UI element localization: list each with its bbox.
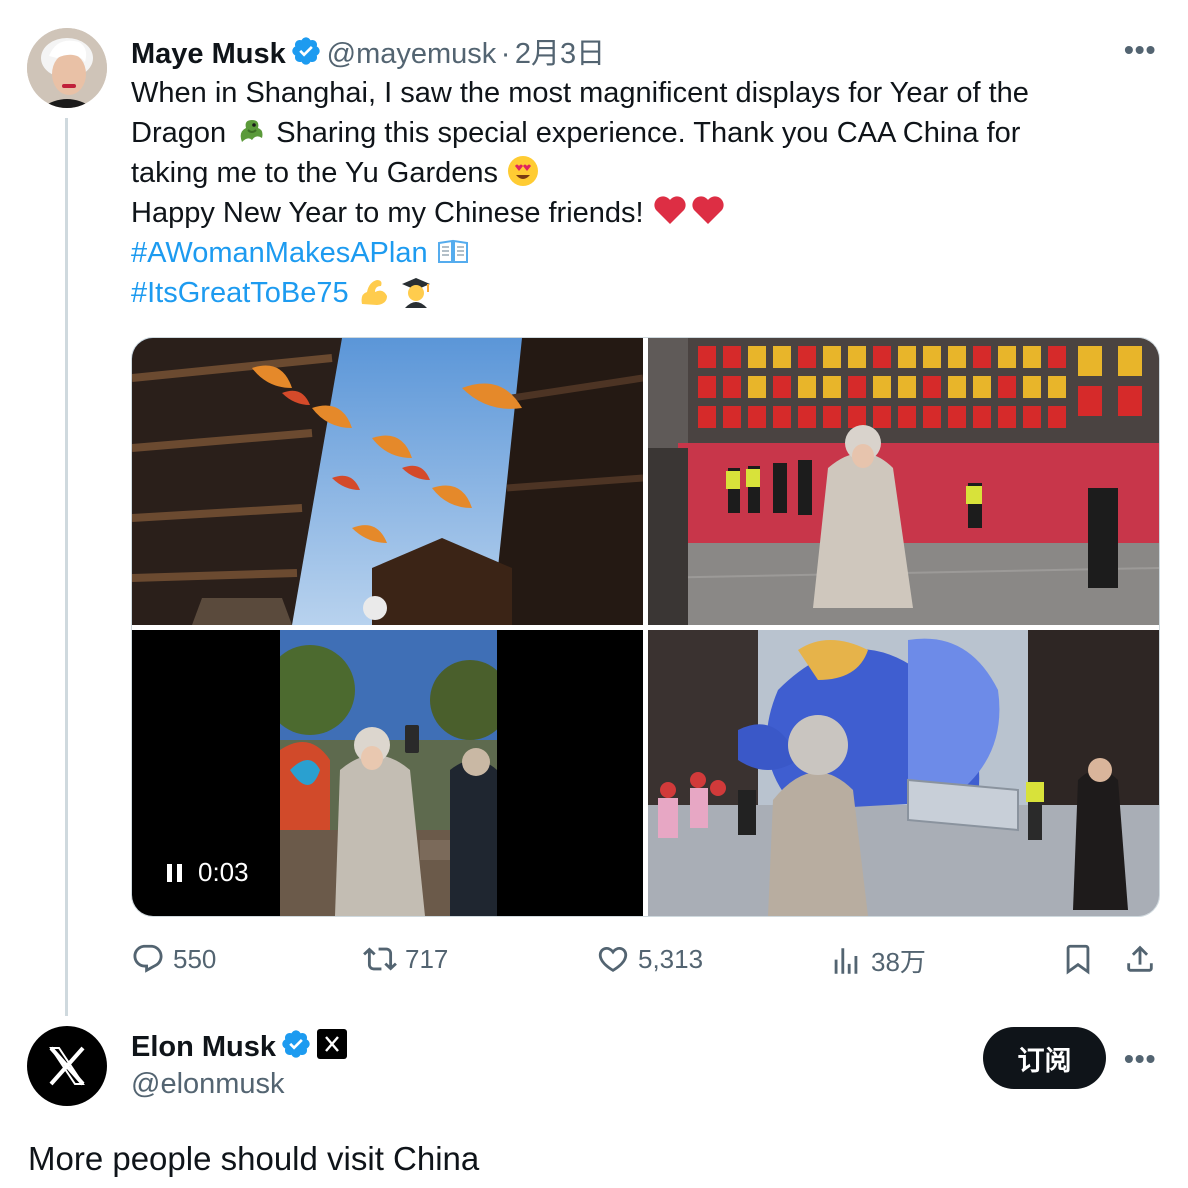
reply-more-options-icon[interactable]: •••: [1124, 1043, 1156, 1075]
video-timestamp: 0:03: [198, 857, 249, 887]
x-badge-icon: [325, 1036, 339, 1052]
hashtag-link[interactable]: #ItsGreatToBe75: [131, 277, 349, 309]
text-fragment: Dragon: [131, 117, 227, 149]
blue-dragon-display-image: [648, 630, 1159, 916]
x-logo-icon: [49, 1046, 85, 1086]
photo-blue-dragon-display[interactable]: [648, 630, 1159, 916]
tweet-header: Maye Musk @mayemusk · 2月3日: [131, 30, 605, 72]
repost-button[interactable]: 717: [363, 942, 448, 976]
verified-badge-icon: [282, 1030, 311, 1058]
like-button[interactable]: 5,313: [596, 942, 703, 976]
reply-header: Elon Musk: [131, 1028, 347, 1064]
like-count: 5,313: [638, 943, 704, 974]
reply-text: More people should visit China: [28, 1140, 480, 1177]
video-controls: 0:03: [166, 857, 249, 888]
views-chart-icon: [834, 947, 858, 974]
graduate-emoji-icon: [401, 278, 430, 308]
elon-musk-avatar[interactable]: [27, 1026, 107, 1106]
share-icon: [1127, 945, 1153, 972]
repost-icon: [363, 947, 397, 971]
text-line-2: Dragon Sharing this special experience. …: [131, 113, 1141, 153]
text-line-1: When in Shanghai, I saw the most magnifi…: [131, 77, 1029, 109]
hashtag-link[interactable]: #AWomanMakesAPlan: [131, 237, 428, 269]
open-book-emoji-icon: [437, 239, 468, 263]
author-name[interactable]: Maye Musk: [131, 38, 286, 70]
text-fragment: taking me to the Yu Gardens: [131, 157, 499, 189]
meta-separator: ·: [500, 38, 511, 70]
share-button[interactable]: [1123, 942, 1157, 976]
flexed-biceps-emoji-icon: [361, 280, 387, 305]
hashtag-line-2: #ItsGreatToBe75: [131, 273, 1141, 313]
text-fragment: Happy New Year to my Chinese friends!: [131, 197, 644, 229]
repost-count: 717: [405, 943, 449, 974]
bookmark-button[interactable]: [1061, 942, 1095, 976]
reply-button[interactable]: 550: [131, 942, 216, 976]
dragon-emoji-icon: [240, 120, 263, 142]
profile-photo-icon: [27, 28, 107, 108]
hashtag-line-1: #AWomanMakesAPlan: [131, 233, 1141, 273]
action-bar: 550 717 5,313 38万: [131, 942, 1158, 982]
reply-icon: [133, 944, 163, 973]
woman-filming-video-frame: [280, 630, 497, 916]
red-heart-emoji-icon: [654, 196, 724, 224]
verified-badge-icon: [292, 37, 320, 65]
more-options-icon[interactable]: •••: [1124, 34, 1156, 66]
media-grid: 0:03: [131, 337, 1160, 917]
tweet-body: When in Shanghai, I saw the most magnifi…: [131, 73, 1141, 313]
reply-author-handle[interactable]: @elonmusk: [131, 1068, 285, 1101]
post-date[interactable]: 2月3日: [515, 38, 605, 70]
author-handle[interactable]: @mayemusk: [327, 38, 497, 70]
text-line-3: taking me to the Yu Gardens: [131, 153, 1141, 193]
heart-icon: [598, 946, 628, 972]
text-line-4: Happy New Year to my Chinese friends!: [131, 193, 1141, 233]
bookmark-icon: [1066, 944, 1090, 975]
reply-count: 550: [173, 943, 217, 974]
views-button[interactable]: 38万: [829, 942, 926, 979]
dragon-lantern-wall-image: [648, 338, 1159, 625]
koi-lantern-street-image: [132, 338, 643, 625]
subscribe-button[interactable]: 订阅: [983, 1027, 1106, 1089]
photo-koi-lantern-street[interactable]: [132, 338, 643, 625]
pause-icon[interactable]: [166, 863, 184, 883]
x-affiliate-badge-icon[interactable]: [316, 1029, 347, 1059]
maye-musk-avatar[interactable]: [27, 28, 107, 108]
reply-author-name[interactable]: Elon Musk: [131, 1031, 276, 1063]
view-count: 38万: [871, 947, 926, 977]
thread-connector-line: [65, 118, 68, 1016]
video-player[interactable]: 0:03: [132, 630, 643, 916]
heart-eyes-emoji-icon: [508, 156, 539, 186]
photo-dragon-lantern-wall[interactable]: [648, 338, 1159, 625]
text-fragment: Sharing this special experience. Thank y…: [276, 117, 1021, 149]
